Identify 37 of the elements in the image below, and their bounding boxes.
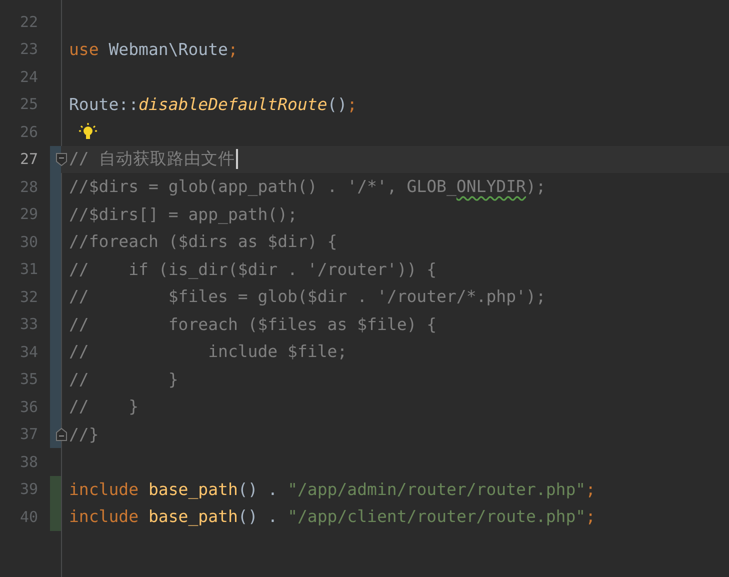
- code-line: //$dirs[] = app_path();: [69, 204, 298, 224]
- line-number: 37: [18, 425, 39, 444]
- line-number: 29: [18, 205, 39, 224]
- fold-icon[interactable]: [56, 152, 67, 166]
- code-line: // 自动获取路由文件: [69, 148, 235, 170]
- code-line: Route::disableDefaultRoute();: [69, 94, 358, 114]
- line-number: 27: [18, 150, 39, 168]
- code-line: // include $file;: [69, 342, 348, 362]
- code-line: // $files = glob($dir . '/router/*.php');: [69, 287, 546, 306]
- lightbulb-icon[interactable]: [78, 122, 98, 142]
- code-line: //}: [69, 424, 99, 444]
- code-line: // }: [69, 370, 178, 389]
- code-line: // if (is_dir($dir . '/router')) {: [69, 260, 437, 279]
- fold-icon[interactable]: [56, 428, 67, 440]
- code-line: include base_path() . "/app/client/router/route.php";: [69, 507, 596, 526]
- line-number: 22: [18, 12, 39, 31]
- code-line: include base_path() . "/app/admin/router/router.php";: [69, 480, 596, 499]
- code-line: // foreach ($files as $file) {: [69, 314, 437, 334]
- line-number: 31: [18, 260, 39, 278]
- line-number: 34: [18, 342, 39, 361]
- line-number: 36: [18, 398, 39, 416]
- line-number: 38: [18, 452, 39, 471]
- line-number: 35: [18, 370, 39, 388]
- line-number: 23: [18, 40, 39, 58]
- line-number: 25: [18, 95, 39, 114]
- line-number: 40: [18, 508, 39, 526]
- line-number: 26: [18, 122, 39, 141]
- line-number: 33: [18, 315, 39, 334]
- code-line: use Webman\Route;: [69, 40, 238, 59]
- code-line: //foreach ($dirs as $dir) {: [69, 232, 338, 252]
- code-line: // }: [69, 397, 139, 416]
- line-number: 30: [18, 232, 39, 251]
- line-number: 39: [18, 480, 39, 498]
- line-number: 24: [18, 68, 39, 86]
- code-line: //$dirs = glob(app_path() . '/*', GLOB_ONLYDIR);: [69, 177, 546, 196]
- line-number: 28: [18, 178, 39, 196]
- line-number: 32: [18, 288, 39, 306]
